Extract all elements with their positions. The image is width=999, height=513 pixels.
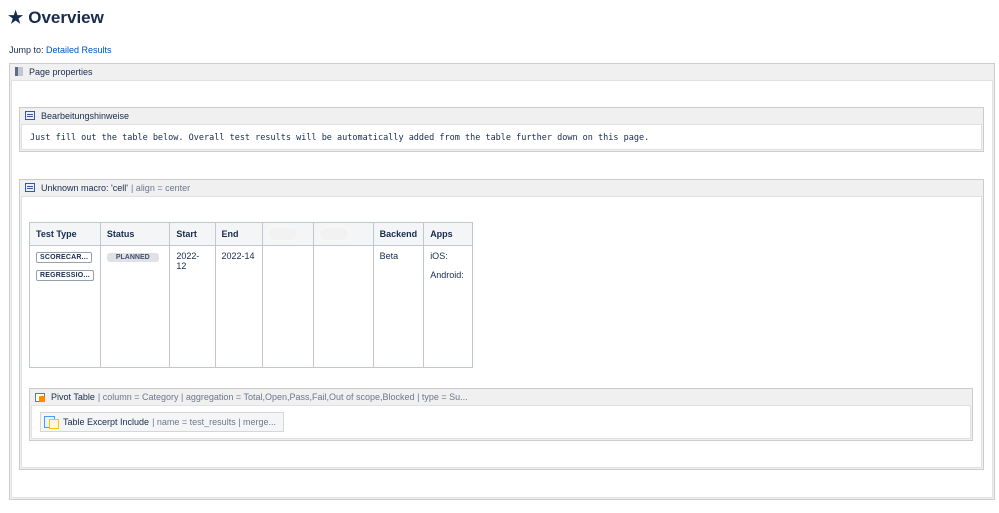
table-excerpt-include-macro[interactable]: Table Excerpt Include | name = test_resu… <box>40 412 284 432</box>
start-value: 2022-12 <box>176 251 200 271</box>
pivot-label: Pivot Table <box>51 391 95 402</box>
header-start: Start <box>169 222 216 246</box>
hints-header[interactable]: Bearbeitungshinweise <box>20 108 983 123</box>
redacted-header <box>269 228 298 240</box>
hints-label: Bearbeitungshinweise <box>41 110 130 121</box>
cell-params: | align = center <box>130 182 191 193</box>
cell-header[interactable]: Unknown macro: 'cell' | align = center <box>20 180 983 195</box>
page-properties-icon <box>15 67 23 76</box>
excerpt-icon <box>44 416 59 429</box>
status-badge: PLANNED <box>106 253 159 262</box>
table-header-row: Test Type Status Start End Backend Apps <box>29 222 473 246</box>
excerpt-label: Table Excerpt Include <box>63 417 150 427</box>
cell-blurred-2 <box>312 245 374 368</box>
star-icon: ★ <box>8 8 24 27</box>
header-end: End <box>214 222 264 246</box>
apps-android: Android: <box>430 270 464 280</box>
redacted-header <box>319 228 348 240</box>
test-table: Test Type Status Start End Backend Apps … <box>29 222 473 368</box>
excerpt-params: | name = test_results | merge... <box>152 417 277 427</box>
test-type-badge: SCORECAR... <box>36 252 93 263</box>
cell-apps: iOS: Android: <box>423 245 473 368</box>
pivot-table-icon <box>35 392 45 402</box>
test-type-badge: REGRESSIO... <box>36 270 94 281</box>
header-blurred-2 <box>312 222 374 246</box>
jump-to-label: Jump to: <box>9 45 47 55</box>
page-title-text: Overview <box>28 8 104 27</box>
hints-macro: Bearbeitungshinweise Just fill out the t… <box>19 107 984 152</box>
end-value: 2022-14 <box>221 251 255 261</box>
apps-ios: iOS: <box>430 251 448 261</box>
cell-backend: Beta <box>372 245 425 368</box>
hints-text: Just fill out the table below. Overall t… <box>30 133 650 143</box>
cell-blurred-1 <box>262 245 314 368</box>
pivot-params: | column = Category | aggregation = Tota… <box>97 391 468 402</box>
hints-body: Just fill out the table below. Overall t… <box>21 124 982 150</box>
page-properties-label: Page properties <box>29 66 93 77</box>
detailed-results-link[interactable]: Detailed Results <box>46 45 112 55</box>
backend-value: Beta <box>379 251 399 261</box>
header-blurred-1 <box>262 222 314 246</box>
table-row: SCORECAR... REGRESSIO... PLANNED 2022-12… <box>29 245 473 368</box>
page-title: ★ Overview <box>8 8 104 28</box>
cell-start: 2022-12 <box>169 245 216 368</box>
header-backend: Backend <box>372 222 425 246</box>
note-icon <box>25 183 35 192</box>
note-icon <box>25 111 35 120</box>
page-properties-header[interactable]: Page properties <box>10 64 994 79</box>
jump-to: Jump to: Detailed Results <box>9 45 112 55</box>
header-test-type: Test Type <box>29 222 101 246</box>
header-status: Status <box>99 222 171 246</box>
cell-status: PLANNED <box>99 245 171 368</box>
cell-end: 2022-14 <box>214 245 264 368</box>
cell-label: Unknown macro: 'cell' <box>41 182 128 193</box>
cell-test-type: SCORECAR... REGRESSIO... <box>29 245 101 368</box>
pivot-header[interactable]: Pivot Table | column = Category | aggreg… <box>30 389 972 404</box>
header-apps: Apps <box>423 222 473 246</box>
